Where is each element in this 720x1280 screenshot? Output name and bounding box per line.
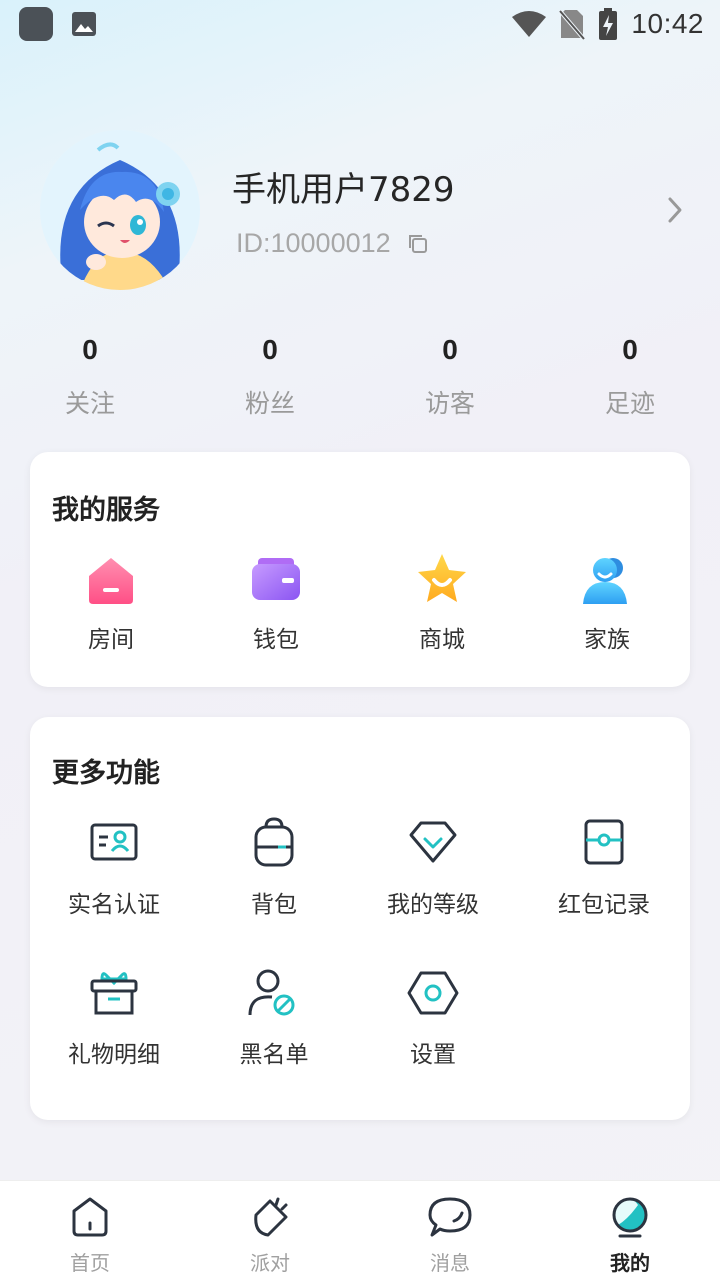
service-wallet[interactable]: 钱包 (211, 550, 341, 654)
stat-label: 访客 (424, 389, 475, 418)
stat-fans[interactable]: 0 粉丝 (210, 330, 330, 420)
nav-home[interactable]: 首页 (30, 1195, 150, 1276)
nav-party[interactable]: 派对 (210, 1195, 330, 1276)
feature-label: 黑名单 (239, 1042, 309, 1068)
service-mall[interactable]: 商城 (377, 550, 507, 654)
feature-label: 礼物明细 (68, 1042, 160, 1068)
service-room[interactable]: 房间 (46, 550, 176, 654)
nav-messages[interactable]: 消息 (390, 1195, 510, 1276)
app-notification-icon (19, 7, 53, 41)
nav-label: 首页 (70, 1251, 110, 1275)
feature-label: 我的等级 (387, 892, 479, 918)
nav-label: 派对 (250, 1251, 290, 1275)
bottom-nav: 首页 派对 消息 我的 (0, 1180, 720, 1280)
stat-visitors[interactable]: 0 访客 (390, 330, 510, 420)
family-icon (583, 558, 627, 604)
gift-icon (90, 972, 138, 1015)
no-sim-icon (559, 9, 586, 40)
chevron-right-icon[interactable] (662, 193, 688, 227)
status-bar: 10:42 (0, 0, 720, 48)
nav-label: 消息 (430, 1251, 470, 1275)
battery-charging-icon (599, 8, 618, 40)
stat-value: 0 (442, 334, 458, 365)
username: 手机用户7829 (232, 170, 455, 210)
feature-real-name[interactable]: 实名认证 (34, 815, 194, 919)
stat-label: 粉丝 (244, 389, 295, 418)
home-icon (72, 1197, 108, 1237)
room-icon (89, 558, 133, 604)
stat-value: 0 (262, 334, 278, 365)
message-icon (428, 1197, 472, 1237)
service-label: 钱包 (253, 627, 299, 653)
avatar[interactable] (40, 130, 200, 290)
service-label: 商城 (419, 627, 465, 653)
feature-backpack[interactable]: 背包 (194, 815, 354, 919)
profile-icon (612, 1197, 648, 1238)
user-id-row: ID:10000012 (236, 228, 429, 259)
blocked-user-icon (248, 969, 295, 1016)
my-services-card: 我的服务 房间 钱包 商城 家族 (30, 452, 690, 687)
feature-label: 实名认证 (68, 892, 160, 918)
service-label: 家族 (584, 627, 630, 653)
feature-blacklist[interactable]: 黑名单 (194, 965, 354, 1069)
copy-icon[interactable] (407, 233, 429, 255)
nav-label: 我的 (610, 1251, 650, 1275)
feature-label: 红包记录 (558, 892, 650, 918)
level-icon (409, 821, 457, 863)
feature-level[interactable]: 我的等级 (353, 815, 513, 919)
stat-label: 关注 (64, 389, 115, 418)
more-title: 更多功能 (52, 758, 160, 789)
nav-profile[interactable]: 我的 (570, 1195, 690, 1276)
stat-footprints[interactable]: 0 足迹 (570, 330, 690, 420)
more-features-card: 更多功能 实名认证 背包 我的等级 红包记录 礼物明细 黑名单 设置 (30, 717, 690, 1120)
stat-label: 足迹 (604, 389, 655, 418)
feature-settings[interactable]: 设置 (353, 965, 513, 1069)
avatar-illustration (40, 130, 200, 290)
wallet-icon (252, 558, 300, 600)
services-title: 我的服务 (52, 495, 160, 526)
image-notification-icon (72, 12, 96, 36)
party-icon (254, 1197, 288, 1237)
backpack-icon (254, 817, 294, 867)
stat-value: 0 (82, 334, 98, 365)
status-time: 10:42 (631, 8, 704, 39)
wifi-icon (512, 11, 547, 37)
id-card-icon (90, 823, 138, 861)
feature-label: 设置 (410, 1042, 456, 1068)
feature-label: 背包 (251, 892, 297, 918)
settings-icon (407, 971, 459, 1015)
stat-value: 0 (622, 334, 638, 365)
service-label: 房间 (88, 627, 134, 653)
stat-following[interactable]: 0 关注 (30, 330, 150, 420)
user-id: ID:10000012 (236, 228, 391, 258)
red-packet-icon (584, 819, 624, 865)
service-family[interactable]: 家族 (542, 550, 672, 654)
status-icons: 10:42 (511, 6, 704, 42)
feature-gift-detail[interactable]: 礼物明细 (34, 965, 194, 1069)
mall-icon (418, 554, 466, 602)
stats-row: 0 关注 0 粉丝 0 访客 0 足迹 (0, 330, 720, 430)
feature-red-packet[interactable]: 红包记录 (524, 815, 684, 919)
